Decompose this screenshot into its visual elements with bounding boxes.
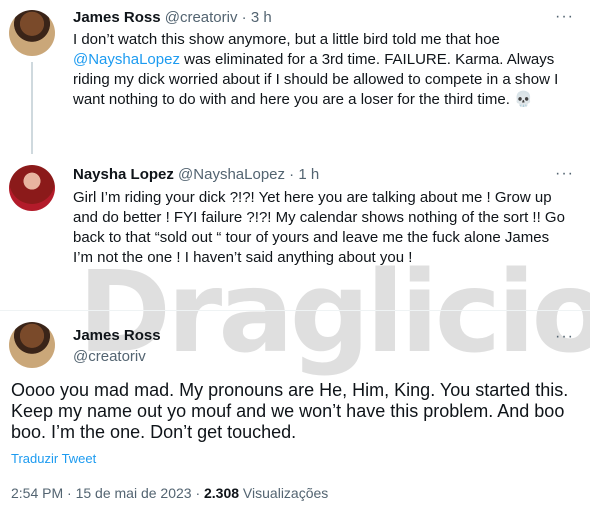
more-options-icon[interactable]: ···: [555, 328, 574, 346]
views-label: Visualizações: [239, 485, 329, 501]
handle[interactable]: @creatoriv: [73, 348, 146, 365]
tweet-meta: 2:54 PM · 15 de mai de 2023 · 2.308 Visu…: [11, 485, 328, 501]
main-tweet: James Ross @creatoriv ··· Oooo you mad m…: [0, 0, 590, 517]
timestamp[interactable]: 2:54 PM · 15 de mai de 2023 ·: [11, 485, 204, 501]
avatar[interactable]: [9, 322, 55, 368]
main-tweet-text: Oooo you mad mad. My pronouns are He, Hi…: [11, 380, 569, 442]
views-count: 2.308: [204, 485, 240, 501]
translate-tweet-link[interactable]: Traduzir Tweet: [11, 451, 96, 466]
display-name[interactable]: James Ross: [73, 327, 161, 344]
